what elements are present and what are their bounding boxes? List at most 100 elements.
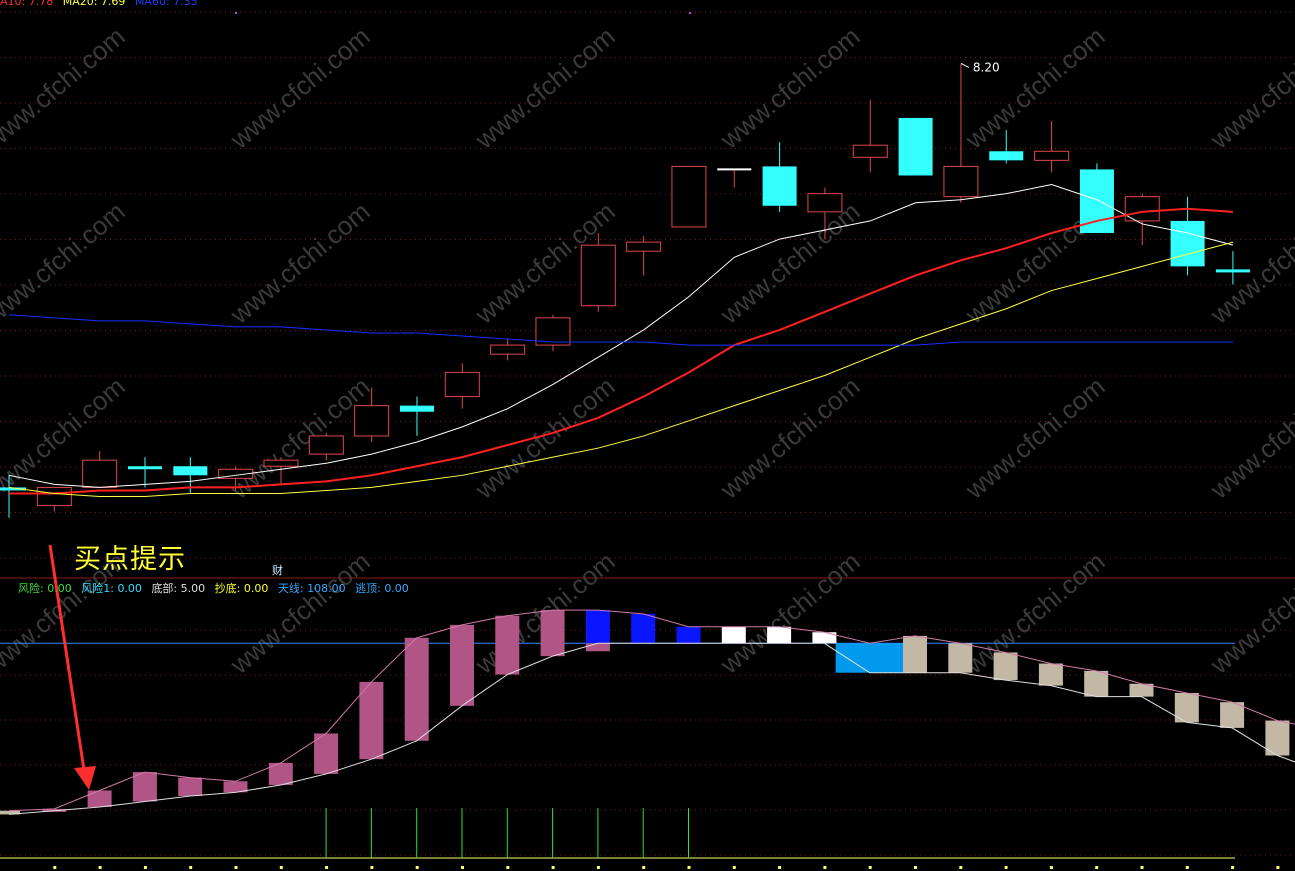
tick-mark (189, 866, 193, 869)
chart-canvas: www.cfchi.com www.cfchi.com www.cfchi.com w… (0, 11, 1295, 869)
legend-risk: 风险: 0.00 (18, 582, 72, 595)
tick-mark (1185, 866, 1189, 869)
oscillator-bar (540, 610, 565, 657)
tick-mark (234, 866, 238, 869)
watermark-text: www.cfchi.com (714, 21, 866, 155)
event-marker: 财 (272, 564, 283, 577)
legend-buy-bottom: 抄底: 0.00 (214, 582, 269, 595)
candle-body (1215, 269, 1250, 273)
watermark-text: www.cfchi.com (224, 371, 376, 505)
candle-body (943, 165, 979, 198)
tick-mark (732, 866, 736, 869)
tick-mark (1095, 866, 1099, 869)
oscillator-bar (767, 626, 792, 644)
candle-body (308, 435, 344, 455)
candle-body (852, 144, 888, 158)
marker-dot (689, 12, 691, 14)
tick-mark (551, 866, 555, 869)
candle-body (399, 405, 434, 412)
tick-mark (415, 866, 419, 869)
candle-body (580, 244, 616, 307)
oscillator-bar (359, 681, 384, 760)
oscillator-bar (450, 624, 474, 706)
max-price-label: 8.20 (973, 60, 1000, 74)
watermark-text: www.cfchi.com (959, 546, 1111, 680)
legend-bottom: 底部: 5.00 (151, 582, 206, 595)
oscillator-bar (132, 772, 157, 802)
candle-body (1034, 150, 1070, 161)
candle-body (989, 151, 1024, 161)
ma-line-ma60 (8, 314, 1233, 346)
tick-mark (370, 866, 374, 869)
watermark-text: www.cfchi.com (1204, 196, 1295, 330)
oscillator-bar (404, 637, 429, 741)
watermark-text: www.cfchi.com (714, 371, 866, 505)
watermark-text: www.cfchi.com (714, 196, 866, 330)
watermark-text: www.cfchi.com (959, 21, 1111, 155)
oscillator-bar (835, 643, 904, 673)
max-pointer (960, 62, 970, 68)
tick-mark (1276, 866, 1280, 869)
tick-mark (98, 866, 102, 869)
tick-mark (1231, 866, 1235, 869)
ma-line-ma30 (8, 241, 1234, 498)
annotation-arrow-head (74, 766, 96, 790)
candle-body (36, 486, 72, 507)
legend-a10: A10: 7.78 (0, 0, 54, 8)
tick-mark (1140, 866, 1144, 869)
tick-mark (1049, 866, 1053, 869)
legend-risk1: 风险1: 0.00 (81, 582, 142, 595)
oscillator-bar (87, 790, 112, 808)
watermark-text: www.cfchi.com (469, 21, 621, 155)
oscillator-bar (1038, 663, 1063, 686)
candle-body (354, 405, 390, 437)
watermark-text: www.cfchi.com (224, 546, 376, 680)
candle-body (173, 466, 208, 476)
watermark-text: www.cfchi.com (224, 21, 376, 155)
legend-ma20: MA20: 7.69 (62, 0, 126, 8)
oscillator-bar (676, 626, 701, 644)
candle-body (898, 117, 933, 176)
legend-ma60: MA60: 7.35 (134, 0, 198, 8)
candle-body (82, 459, 118, 488)
oscillator-bar (948, 643, 973, 673)
tick-mark (143, 866, 147, 869)
candle-body (1170, 220, 1205, 267)
tick-mark (778, 866, 782, 869)
candle-body (444, 371, 480, 398)
oscillator-bar (903, 635, 927, 673)
tick-mark (1004, 866, 1008, 869)
tick-mark (53, 866, 57, 869)
tick-mark (914, 866, 917, 869)
watermark-text: www.cfchi.com (0, 196, 131, 330)
oscillator-bar (585, 610, 610, 644)
tick-mark (325, 866, 329, 869)
oscillator-bar (721, 626, 746, 644)
candle-body (626, 241, 662, 252)
ma-legend: A10: 7.78 MA20: 7.69 MA60: 7.35 (0, 0, 204, 8)
watermark-text: www.cfchi.com (1204, 371, 1295, 505)
oscillator-bar (1084, 670, 1109, 697)
tick-mark (959, 866, 963, 869)
tick-mark (506, 866, 510, 869)
candle-body (263, 459, 299, 467)
oscillator-bar (178, 777, 203, 796)
candle-body (671, 165, 707, 228)
buy-signal-label: 买点提示 (74, 544, 186, 575)
tick-mark (642, 866, 646, 869)
watermark-text: www.cfchi.com (224, 196, 376, 330)
candle-body (807, 193, 843, 213)
legend-escape-top: 逃顶: 0.00 (355, 582, 409, 595)
tick-mark (868, 866, 872, 869)
tick-mark (823, 866, 827, 869)
tick-mark (596, 866, 600, 869)
candle-body (762, 166, 797, 206)
oscillator-bar (585, 643, 610, 652)
legend-antenna: 天线: 108.00 (277, 582, 346, 595)
oscillator-bar (495, 615, 520, 675)
tick-mark (279, 866, 283, 869)
oscillator-bar (314, 733, 339, 774)
tick-mark (461, 866, 464, 869)
tick-mark (687, 866, 691, 869)
candle-body (127, 466, 162, 470)
